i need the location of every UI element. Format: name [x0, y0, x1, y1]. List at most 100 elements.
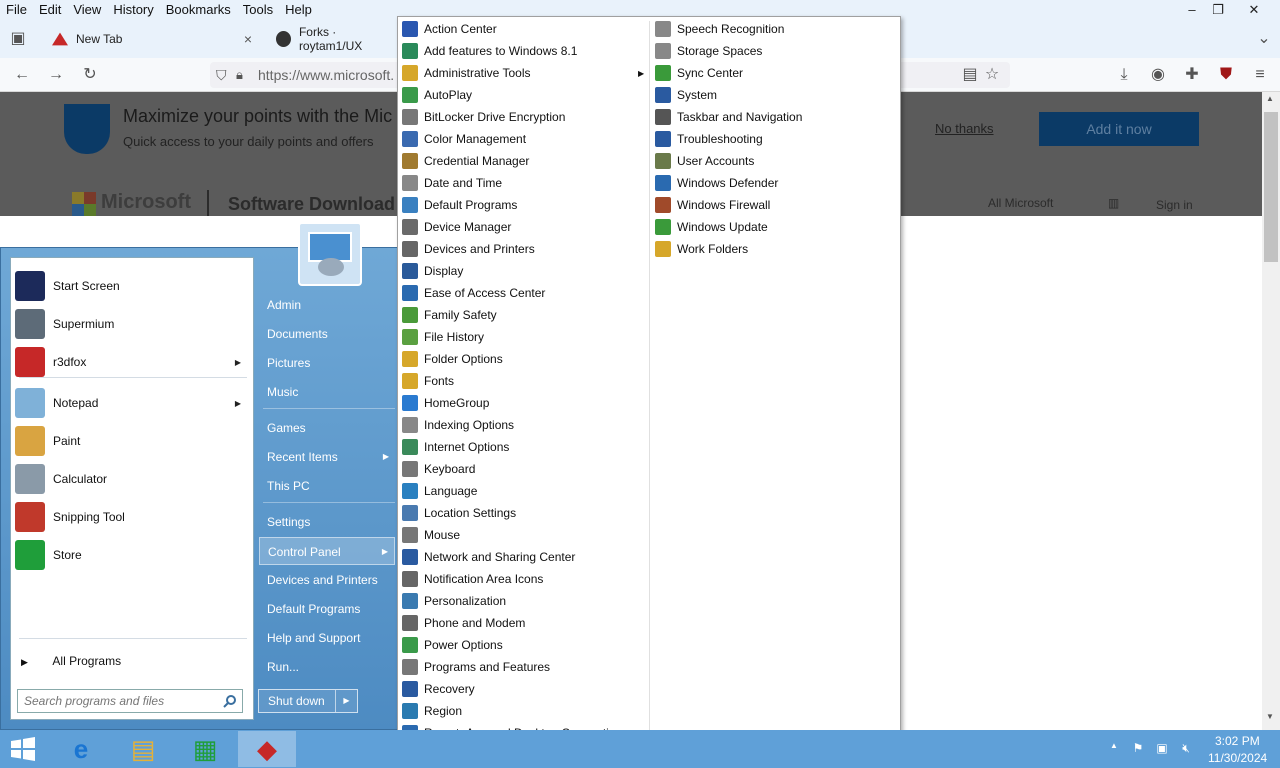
start-link-admin[interactable]: Admin: [259, 291, 395, 319]
cp-item-fonts[interactable]: Fonts: [402, 370, 646, 392]
all-microsoft-menu[interactable]: All Microsoft: [988, 196, 1053, 210]
close-tab-icon[interactable]: ×: [244, 31, 252, 47]
bookmark-star-icon[interactable]: ☆: [984, 67, 1000, 83]
cp-item-administrative-tools[interactable]: Administrative Tools ▶: [402, 62, 646, 84]
menu-bookmarks[interactable]: Bookmarks: [160, 0, 237, 20]
cp-item-storage-spaces[interactable]: Storage Spaces: [655, 40, 899, 62]
cp-item-location-settings[interactable]: Location Settings: [402, 502, 646, 524]
cp-item-work-folders[interactable]: Work Folders: [655, 238, 899, 260]
program-notepad[interactable]: Notepad ▶: [15, 385, 251, 421]
start-link-pictures[interactable]: Pictures: [259, 349, 395, 377]
reader-view-icon[interactable]: ▤: [962, 67, 978, 83]
search-input[interactable]: [18, 690, 214, 712]
cp-item-action-center[interactable]: Action Center: [402, 18, 646, 40]
tab-forks[interactable]: Forks · roytam1/UX: [276, 24, 396, 54]
program-supermium[interactable]: Supermium: [15, 306, 251, 342]
cp-item-family-safety[interactable]: Family Safety: [402, 304, 646, 326]
scroll-up-icon[interactable]: ▲: [1266, 94, 1274, 103]
cp-item-programs-and-features[interactable]: Programs and Features: [402, 656, 646, 678]
cp-item-power-options[interactable]: Power Options: [402, 634, 646, 656]
taskbar-file-explorer-button[interactable]: ▤: [114, 731, 172, 767]
cp-item-ease-of-access-center[interactable]: Ease of Access Center: [402, 282, 646, 304]
microsoft-brand[interactable]: Microsoft: [101, 191, 191, 214]
site-title[interactable]: Software Download: [228, 194, 395, 215]
add-it-now-button[interactable]: Add it now: [1039, 112, 1199, 146]
chevron-down-icon[interactable]: ⌄: [1256, 31, 1272, 47]
menu-edit[interactable]: Edit: [33, 0, 67, 20]
tab-new-tab[interactable]: New Tab ×: [52, 24, 260, 54]
cp-item-indexing-options[interactable]: Indexing Options: [402, 414, 646, 436]
start-link-default-programs[interactable]: Default Programs: [259, 595, 395, 623]
cp-item-folder-options[interactable]: Folder Options: [402, 348, 646, 370]
cp-item-credential-manager[interactable]: Credential Manager: [402, 150, 646, 172]
search-box[interactable]: [17, 689, 243, 713]
cp-item-recovery[interactable]: Recovery: [402, 678, 646, 700]
cp-item-mouse[interactable]: Mouse: [402, 524, 646, 546]
cp-item-taskbar-and-navigation[interactable]: Taskbar and Navigation: [655, 106, 899, 128]
user-picture[interactable]: [298, 222, 362, 286]
no-thanks-link[interactable]: No thanks: [935, 121, 994, 136]
cp-item-windows-update[interactable]: Windows Update: [655, 216, 899, 238]
cp-item-default-programs[interactable]: Default Programs: [402, 194, 646, 216]
cp-item-network-and-sharing-center[interactable]: Network and Sharing Center: [402, 546, 646, 568]
cp-item-personalization[interactable]: Personalization: [402, 590, 646, 612]
scroll-down-icon[interactable]: ▼: [1266, 712, 1274, 721]
action-center-flag-icon[interactable]: ⚑: [1130, 741, 1146, 757]
account-icon[interactable]: ◉: [1150, 67, 1166, 83]
start-link-games[interactable]: Games: [259, 414, 395, 442]
program-snipping-tool[interactable]: Snipping Tool: [15, 499, 251, 535]
shutdown-options-arrow[interactable]: ▶: [335, 690, 357, 712]
taskbar-r3dfox-button[interactable]: ◆: [238, 731, 296, 767]
forward-icon[interactable]: →: [48, 67, 64, 83]
scroll-thumb[interactable]: [1264, 112, 1278, 262]
maximize-button[interactable]: ❐: [1200, 0, 1236, 20]
cp-item-phone-and-modem[interactable]: Phone and Modem: [402, 612, 646, 634]
program-start-screen[interactable]: Start Screen: [15, 268, 251, 304]
cp-item-language[interactable]: Language: [402, 480, 646, 502]
start-link-devices-and-printers[interactable]: Devices and Printers: [259, 566, 395, 594]
sign-in-link[interactable]: Sign in: [1156, 198, 1193, 212]
start-link-run[interactable]: Run...: [259, 653, 395, 681]
hamburger-menu-icon[interactable]: ≡: [1252, 67, 1268, 83]
network-icon[interactable]: ▣: [1154, 741, 1170, 757]
volume-muted-icon[interactable]: 🔇︎: [1178, 741, 1194, 757]
cp-item-notification-area-icons[interactable]: Notification Area Icons: [402, 568, 646, 590]
cp-item-windows-defender[interactable]: Windows Defender: [655, 172, 899, 194]
menu-view[interactable]: View: [67, 0, 107, 20]
menu-tools[interactable]: Tools: [237, 0, 279, 20]
cp-item-keyboard[interactable]: Keyboard: [402, 458, 646, 480]
extensions-icon[interactable]: ✚: [1184, 67, 1200, 83]
start-link-recent-items[interactable]: Recent Items ▶: [259, 443, 395, 471]
cp-item-region[interactable]: Region: [402, 700, 646, 722]
start-link-documents[interactable]: Documents: [259, 320, 395, 348]
cp-item-color-management[interactable]: Color Management: [402, 128, 646, 150]
cart-icon[interactable]: ▥: [1108, 196, 1119, 210]
show-hidden-icons-icon[interactable]: ▲: [1106, 741, 1122, 757]
cp-item-devices-and-printers[interactable]: Devices and Printers: [402, 238, 646, 260]
search-icon[interactable]: [223, 694, 237, 708]
start-link-control-panel[interactable]: Control Panel ▶: [259, 537, 395, 565]
start-link-settings[interactable]: Settings: [259, 508, 395, 536]
menu-history[interactable]: History: [107, 0, 159, 20]
cp-item-display[interactable]: Display: [402, 260, 646, 282]
cp-item-file-history[interactable]: File History: [402, 326, 646, 348]
cp-item-homegroup[interactable]: HomeGroup: [402, 392, 646, 414]
cp-item-user-accounts[interactable]: User Accounts: [655, 150, 899, 172]
program-r3dfox[interactable]: r3dfox ▶: [15, 344, 251, 380]
cp-item-internet-options[interactable]: Internet Options: [402, 436, 646, 458]
ublock-icon[interactable]: ⛊: [1218, 67, 1234, 83]
clock-time[interactable]: 3:02 PM: [1215, 734, 1260, 748]
page-scrollbar[interactable]: ▲ ▼: [1262, 92, 1280, 730]
menu-file[interactable]: File: [0, 0, 33, 20]
cp-item-windows-firewall[interactable]: Windows Firewall: [655, 194, 899, 216]
download-icon[interactable]: ⤓: [1116, 67, 1132, 83]
start-link-help-and-support[interactable]: Help and Support: [259, 624, 395, 652]
program-store[interactable]: Store: [15, 537, 251, 573]
start-link-music[interactable]: Music: [259, 378, 395, 406]
cp-item-sync-center[interactable]: Sync Center: [655, 62, 899, 84]
program-paint[interactable]: Paint: [15, 423, 251, 459]
cp-item-troubleshooting[interactable]: Troubleshooting: [655, 128, 899, 150]
close-window-button[interactable]: ✕: [1236, 0, 1272, 20]
cp-item-date-and-time[interactable]: Date and Time: [402, 172, 646, 194]
tab-overview-icon[interactable]: ▣: [10, 31, 26, 47]
